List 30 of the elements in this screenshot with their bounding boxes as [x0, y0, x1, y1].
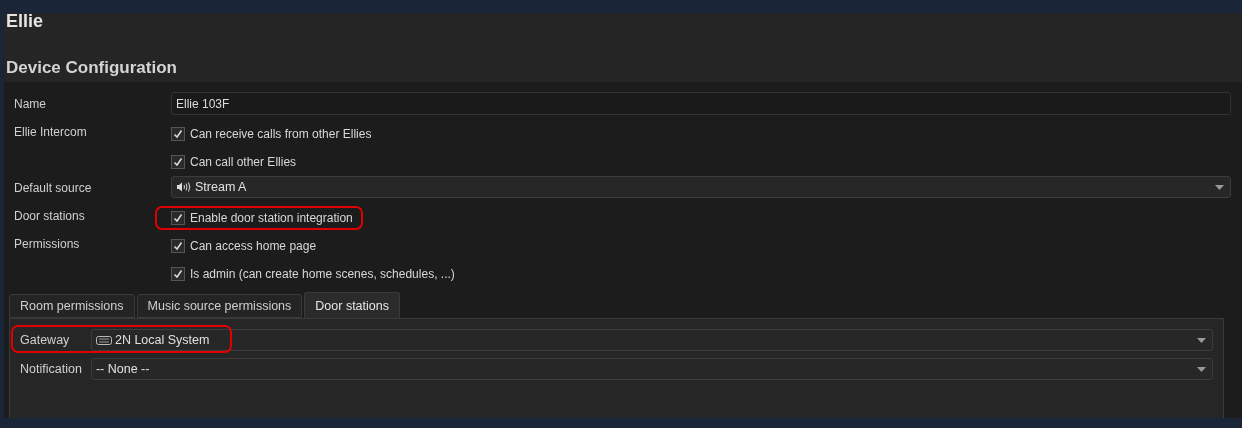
dropdown[interactable]: 2N Local System	[90, 329, 1213, 351]
checkbox[interactable]	[171, 210, 185, 225]
dropdown[interactable]: -- None --	[90, 358, 1213, 380]
tab[interactable]: Room permissions	[9, 294, 135, 318]
section-title: Device Configuration	[6, 58, 178, 78]
caret-icon	[1215, 184, 1224, 190]
checkbox-label: Can call other Ellies	[190, 154, 297, 169]
source-dropdown[interactable]: Stream A	[171, 176, 1231, 198]
field-label: Notification	[20, 362, 83, 376]
caret-icon	[1197, 366, 1206, 372]
field-label: Ellie Intercom	[14, 124, 88, 139]
checkbox-label: Can receive calls from other Ellies	[190, 126, 372, 141]
tab[interactable]: Music source permissions	[136, 294, 303, 318]
tab[interactable]: Door stations	[304, 292, 400, 318]
speaker-icon	[176, 182, 192, 192]
checkbox[interactable]	[171, 238, 185, 253]
page-title: Ellie	[6, 11, 45, 32]
checkbox[interactable]	[171, 154, 185, 169]
checkbox-label: Enable door station integration	[190, 210, 353, 225]
checkbox[interactable]	[171, 266, 185, 281]
name-field[interactable]: Ellie 103F	[171, 92, 1231, 115]
field-label: Door stations	[14, 208, 86, 223]
field-label: Default source	[14, 180, 93, 195]
checkbox[interactable]	[171, 126, 185, 141]
field-label: Gateway	[20, 333, 71, 347]
checkbox-label: Is admin (can create home scenes, schedules, ...)	[190, 266, 455, 281]
field-label: Permissions	[14, 236, 81, 251]
caret-icon	[1197, 337, 1206, 343]
field-label: Name	[14, 96, 47, 111]
checkbox-label: Can access home page	[190, 238, 317, 253]
